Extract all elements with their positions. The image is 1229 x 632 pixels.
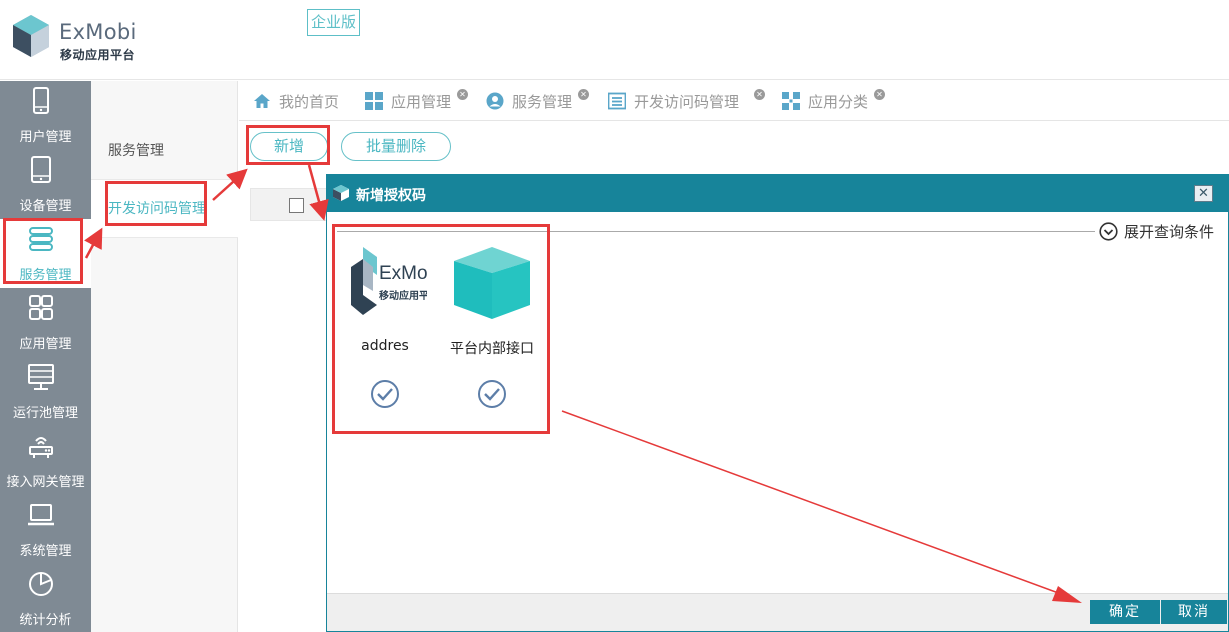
- sidebar-item-label: 服务管理: [19, 268, 72, 283]
- dialog-title: 新增授权码: [356, 188, 426, 204]
- tab-close-icon[interactable]: ✕: [578, 89, 589, 100]
- chevron-down-circle-icon: [1099, 222, 1118, 241]
- table-header: [250, 188, 330, 221]
- grid-icon: [365, 92, 383, 110]
- sidebar-item-label: 设备管理: [19, 199, 72, 214]
- grid-apps-icon: [29, 295, 53, 320]
- user-circle-icon: [486, 92, 504, 110]
- dialog-title-bar[interactable]: 新增授权码 ✕: [327, 175, 1228, 212]
- batch-delete-button[interactable]: 批量删除: [341, 132, 451, 161]
- exmobi-logo-icon: ExMobi 移动应用平台: [351, 247, 427, 315]
- tab-close-icon[interactable]: ✕: [754, 89, 765, 100]
- sidebar-item-services[interactable]: 服务管理: [0, 219, 91, 288]
- service-card-name: addres: [361, 338, 409, 354]
- sidebar-item-apps[interactable]: 应用管理: [0, 288, 91, 357]
- sidebar-item-statistics[interactable]: 统计分析: [0, 564, 91, 632]
- tab-label: 服务管理: [512, 93, 573, 111]
- card-logo-subtitle: 移动应用平台: [379, 289, 427, 302]
- select-all-checkbox[interactable]: [289, 198, 304, 213]
- submenu-item-service-management[interactable]: 服务管理: [91, 122, 238, 180]
- card-logo-name: ExMobi: [379, 263, 427, 284]
- cancel-button[interactable]: 取消: [1161, 600, 1227, 624]
- sidebar-item-label: 系统管理: [19, 544, 72, 559]
- edition-badge: 企业版: [307, 9, 361, 36]
- dialog-footer: 确定 取消: [327, 593, 1228, 631]
- tablet-icon: [31, 156, 51, 183]
- sidebar-item-label: 接入网关管理: [6, 475, 85, 490]
- exmobi-logo: ExMobi 移动应用平台: [11, 13, 141, 63]
- check-circle-icon[interactable]: [370, 379, 400, 409]
- tab-label: 应用分类: [808, 93, 869, 111]
- sidebar-item-users[interactable]: 用户管理: [0, 81, 91, 150]
- sidebar-item-system[interactable]: 系统管理: [0, 495, 91, 564]
- pie-chart-icon: [29, 572, 53, 596]
- add-button[interactable]: 新增: [250, 132, 328, 161]
- top-header: ExMobi 移动应用平台 企业版: [0, 0, 1229, 80]
- sidebar-item-label: 应用管理: [19, 337, 72, 352]
- service-card-name: 平台内部接口: [450, 341, 534, 357]
- sidebar-item-label: 用户管理: [19, 130, 72, 145]
- logo-name: ExMobi: [59, 20, 137, 44]
- secondary-menu: 服务管理 开发访问码管理: [91, 81, 238, 632]
- submenu-item-access-code-management[interactable]: 开发访问码管理: [91, 180, 238, 238]
- exmobi-logo-icon: [333, 185, 349, 201]
- sidebar-item-runtime-pool[interactable]: 运行池管理: [0, 357, 91, 426]
- add-auth-code-dialog: 新增授权码 ✕ 展开查询条件 ExMobi 移动应用平台 addres: [326, 174, 1229, 632]
- service-card-addres[interactable]: ExMobi 移动应用平台 addres: [335, 245, 435, 415]
- tab-label: 我的首页: [279, 93, 340, 111]
- sidebar-item-label: 统计分析: [19, 613, 72, 628]
- router-icon: [29, 437, 53, 458]
- divider: [337, 231, 1095, 232]
- main-sidebar: 用户管理 设备管理 服务管理 应用管理 运行池管理 接入网关管理 系统管理 统计…: [0, 81, 91, 632]
- sidebar-item-label: 运行池管理: [12, 406, 78, 421]
- sidebar-item-gateway[interactable]: 接入网关管理: [0, 426, 91, 495]
- logo-subtitle: 移动应用平台: [60, 48, 136, 62]
- server-icon: [29, 227, 53, 251]
- phone-icon: [33, 87, 49, 114]
- category-icon: [782, 92, 800, 110]
- service-card-platform-internal[interactable]: 平台内部接口: [442, 245, 542, 415]
- dialog-close-button[interactable]: ✕: [1194, 185, 1213, 202]
- tab-close-icon[interactable]: ✕: [874, 89, 885, 100]
- exmobi-logo-icon: [13, 15, 49, 57]
- confirm-button[interactable]: 确定: [1090, 600, 1160, 624]
- cube-icon: [454, 247, 530, 319]
- list-icon: [608, 92, 626, 110]
- tab-label: 应用管理: [391, 93, 452, 111]
- tab-bar: 我的首页 应用管理 ✕ 服务管理 ✕ 开发访问码管理 ✕ 应用分类 ✕: [239, 81, 1229, 121]
- laptop-icon: [28, 504, 54, 526]
- app-window: ExMobi 移动应用平台 企业版 用户管理 设备管理 服务管理 应用管理 运行…: [0, 0, 1229, 632]
- sidebar-item-devices[interactable]: 设备管理: [0, 150, 91, 219]
- check-circle-icon[interactable]: [477, 379, 507, 409]
- tab-label: 开发访问码管理: [634, 93, 740, 111]
- tab-close-icon[interactable]: ✕: [457, 89, 468, 100]
- expand-query-label: 展开查询条件: [1124, 223, 1215, 241]
- server-rack-icon: [28, 364, 54, 390]
- home-icon: [254, 94, 270, 108]
